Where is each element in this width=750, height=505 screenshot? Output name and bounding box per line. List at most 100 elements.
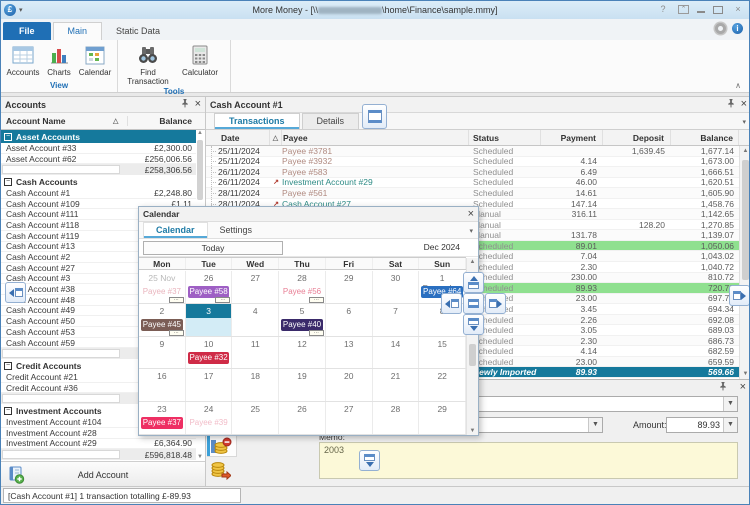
tab-details[interactable]: Details	[302, 113, 360, 129]
more-events-indicator[interactable]: ···	[169, 330, 184, 336]
scroll-thumb[interactable]	[469, 344, 476, 366]
payee-event-badge[interactable]: Payee #37	[141, 417, 183, 429]
more-events-indicator[interactable]: ···	[309, 330, 324, 336]
calendar-day-cell[interactable]: 28Payee #56···	[279, 271, 326, 303]
calendar-day-cell[interactable]: 25	[232, 402, 279, 434]
column-payment[interactable]: Payment	[541, 130, 603, 145]
dropdown-arrow-icon[interactable]: ▼	[588, 418, 602, 432]
dock-guide-bottom[interactable]	[359, 450, 380, 471]
account-row[interactable]: Asset Account #33£2,300.00	[1, 143, 196, 154]
dropdown-arrow-icon[interactable]: ▼	[723, 418, 737, 432]
panel-menu-icon[interactable]: ▾	[469, 227, 473, 235]
column-balance[interactable]: Balance	[127, 116, 205, 126]
calendar-day-cell[interactable]: 4	[232, 304, 279, 336]
remove-transaction-button[interactable]	[207, 435, 237, 457]
calendar-day-cell[interactable]: 12	[279, 337, 326, 369]
scroll-down-icon[interactable]: ▼	[196, 454, 204, 460]
memo-textarea[interactable]: 2003	[319, 442, 738, 479]
calendar-day-cell[interactable]: 26Payee #58···	[186, 271, 233, 303]
calendar-day-cell[interactable]: 22	[419, 369, 466, 401]
calendar-day-cell[interactable]: 23Payee #37	[139, 402, 186, 434]
more-events-indicator[interactable]: ···	[215, 297, 230, 303]
collapse-icon[interactable]: −	[4, 133, 12, 141]
dock-guide-cluster-center[interactable]	[463, 293, 484, 314]
scroll-up-icon[interactable]: ▲	[740, 148, 750, 154]
account-row[interactable]: Investment Account #29£6,364.90	[1, 439, 196, 450]
transaction-row[interactable]: 25/11/2024Payee #3781Scheduled1,639.451,…	[206, 146, 739, 157]
scroll-down-icon[interactable]: ▼	[740, 371, 750, 377]
tab-settings[interactable]: Settings	[208, 223, 265, 238]
calendar-day-cell[interactable]: 14	[373, 337, 420, 369]
app-logo-icon[interactable]: £	[4, 4, 16, 16]
dropdown-arrow-icon[interactable]: ▼	[723, 397, 737, 411]
calendar-day-cell[interactable]: 24Payee #39	[186, 402, 233, 434]
collapse-icon[interactable]: −	[4, 178, 12, 186]
calendar-day-cell[interactable]: 27	[326, 402, 373, 434]
account-group-header[interactable]: −Asset Accounts	[1, 130, 196, 143]
amount-field[interactable]: 89.93 ▼	[666, 417, 738, 433]
calendar-day-cell[interactable]: 19	[279, 369, 326, 401]
close-panel-icon[interactable]: ×	[740, 382, 746, 393]
accounts-column-header[interactable]: Account Name △ Balance	[1, 113, 205, 130]
account-row[interactable]: Asset Account #62£256,006.56	[1, 154, 196, 165]
tab-main[interactable]: Main	[53, 22, 103, 40]
calendar-title-bar[interactable]: Calendar ×	[139, 207, 478, 222]
calendar-day-cell[interactable]: 9	[139, 337, 186, 369]
help-icon[interactable]: ?	[656, 3, 670, 16]
calendar-day-cell[interactable]: 15	[419, 337, 466, 369]
ribbon-collapse-icon[interactable]: ∧	[735, 81, 741, 90]
column-payee[interactable]: Payee	[282, 130, 469, 145]
calendar-day-cell[interactable]: 30	[373, 271, 420, 303]
dock-guide-left-edge[interactable]	[5, 282, 26, 303]
dock-guide-cluster-down[interactable]	[463, 314, 484, 335]
minimize-icon[interactable]	[697, 7, 705, 13]
calendar-day-cell[interactable]: 3	[186, 304, 233, 336]
quick-access-arrow-icon[interactable]: ▾	[19, 6, 23, 14]
transfer-transaction-button[interactable]	[207, 458, 237, 480]
calendar-day-cell[interactable]: 2Payee #45···	[139, 304, 186, 336]
calendar-day-cell[interactable]: 27	[232, 271, 279, 303]
transaction-row[interactable]: 25/11/2024Payee #3932Scheduled4.141,673.…	[206, 157, 739, 168]
close-panel-icon[interactable]: ×	[741, 99, 747, 110]
transactions-column-header[interactable]: Date △ Payee Status Payment Deposit Bala…	[206, 130, 750, 146]
scroll-thumb[interactable]	[197, 140, 203, 200]
find-transaction-button[interactable]: Find Transaction	[122, 42, 174, 86]
dock-guide-right-edge[interactable]	[729, 285, 750, 306]
account-row[interactable]: Cash Account #1£2,248.80	[1, 188, 196, 199]
calendar-day-cell[interactable]: 29	[326, 271, 373, 303]
account-group-header[interactable]: −Cash Accounts	[1, 175, 196, 188]
pin-icon[interactable]	[181, 99, 189, 110]
scroll-thumb[interactable]	[742, 160, 749, 280]
today-button[interactable]: Today	[143, 241, 283, 255]
calculator-button[interactable]: Calculator	[174, 42, 226, 77]
calendar-day-cell[interactable]: 7	[373, 304, 420, 336]
settings-gear-icon[interactable]	[715, 23, 726, 34]
transactions-scrollbar[interactable]: ▲ ▼	[739, 146, 750, 379]
pin-icon[interactable]	[719, 382, 727, 393]
column-account-name[interactable]: Account Name	[1, 116, 113, 126]
panel-menu-icon[interactable]: ▾	[742, 118, 746, 126]
column-status[interactable]: Status	[469, 130, 541, 145]
pin-icon[interactable]	[727, 99, 735, 110]
calendar-day-cell[interactable]: 25 NovPayee #37···	[139, 271, 186, 303]
calendar-day-cell[interactable]: 21	[373, 369, 420, 401]
calendar-day-cell[interactable]: 18	[232, 369, 279, 401]
calendar-day-cell[interactable]: 28	[373, 402, 420, 434]
sort-asc-icon[interactable]: △	[113, 117, 127, 125]
scroll-up-icon[interactable]: ▲	[467, 259, 478, 265]
calendar-day-cell[interactable]: 17	[186, 369, 233, 401]
more-events-indicator[interactable]: ···	[309, 297, 324, 303]
transaction-row[interactable]: 26/11/2024↗Investment Account #29Schedul…	[206, 178, 739, 189]
calendar-day-cell[interactable]: 5Payee #40···	[279, 304, 326, 336]
more-events-indicator[interactable]: ···	[169, 297, 184, 303]
column-date[interactable]: Date	[218, 130, 270, 145]
transaction-row[interactable]: 26/11/2024Payee #583Scheduled6.491,666.5…	[206, 167, 739, 178]
close-panel-icon[interactable]: ×	[195, 99, 201, 110]
calendar-day-cell[interactable]: 16	[139, 369, 186, 401]
column-deposit[interactable]: Deposit	[603, 130, 671, 145]
sort-asc-icon[interactable]: △	[270, 130, 282, 145]
maximize-icon[interactable]	[713, 6, 723, 14]
tab-transactions[interactable]: Transactions	[214, 113, 300, 129]
title-bar[interactable]: £ ▾ More Money - [\\\home\Finance\sample…	[1, 1, 749, 19]
add-account-button[interactable]: Add Account	[1, 461, 205, 487]
